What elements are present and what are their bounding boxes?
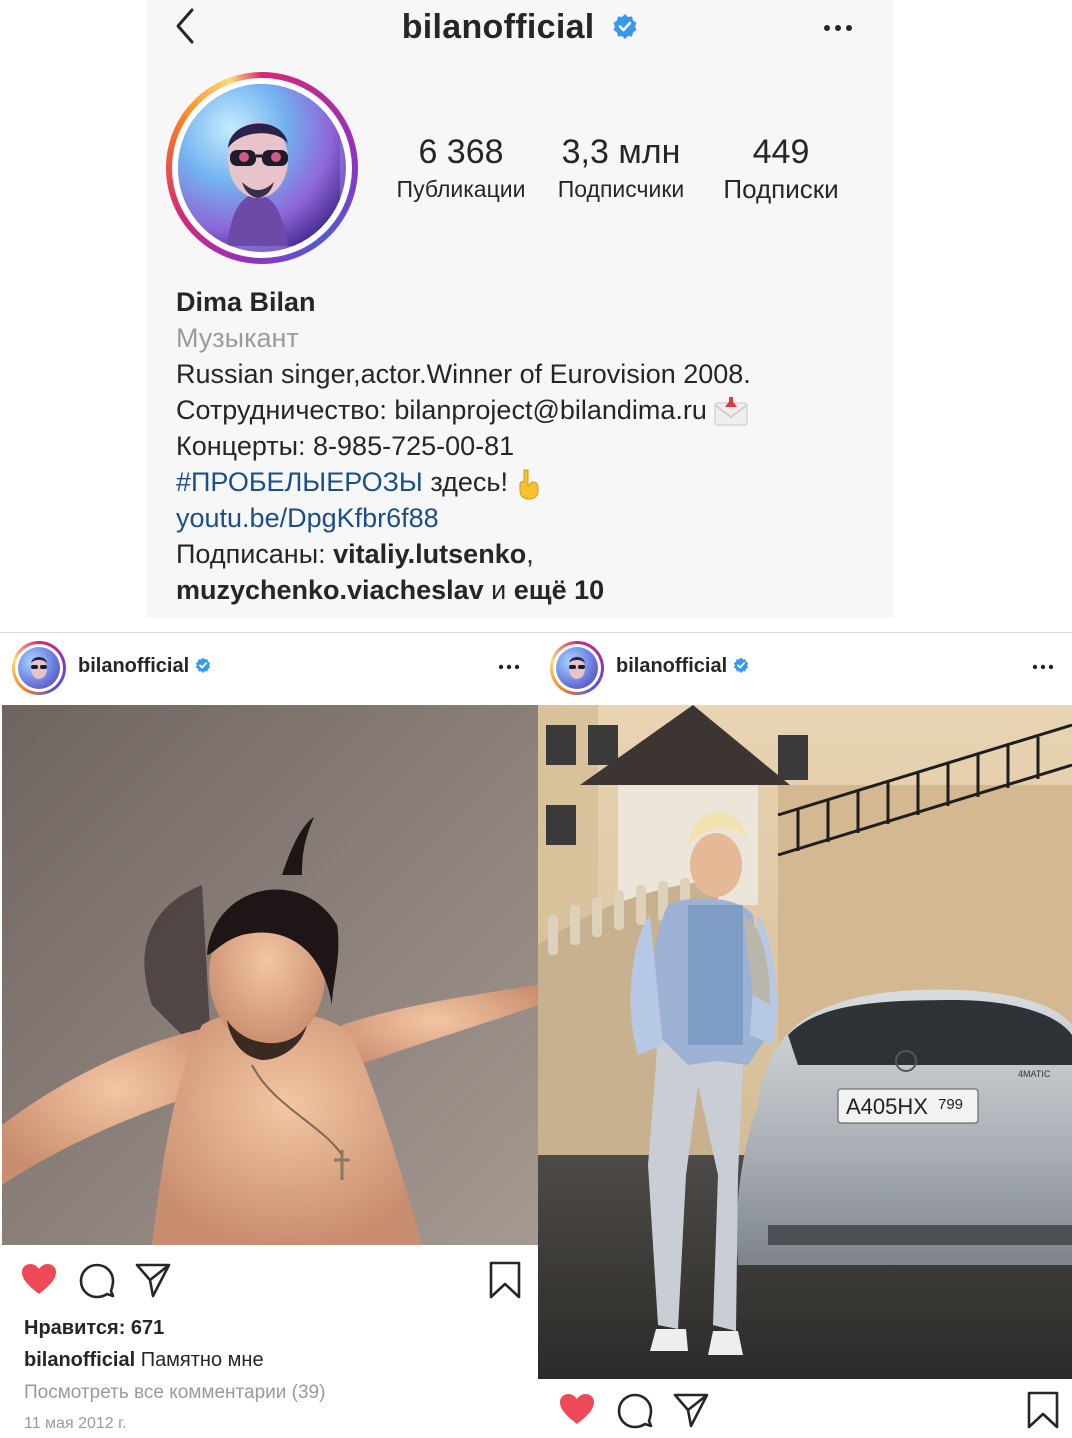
avatar-image <box>178 84 346 252</box>
likes-count[interactable]: Нравится: 671 <box>24 1313 524 1343</box>
license-plate-text: А405НХ <box>846 1094 928 1119</box>
post-date: 11 мая 2012 г. <box>24 1415 127 1432</box>
profile-header: bilanofficial 6 368 Публикации 3,3 млн П… <box>146 0 894 618</box>
bio-followed-by[interactable]: Подписаны: vitaliy.lutsenko, <box>176 536 876 572</box>
display-name: Dima Bilan <box>176 287 316 317</box>
posts-label: Публикации <box>396 176 526 202</box>
post-meta: Нравится: 671 bilanofficial Памятно мне … <box>24 1313 524 1438</box>
post-username-text: bilanofficial <box>616 655 728 677</box>
post-username[interactable]: bilanofficial <box>78 655 211 678</box>
share-icon[interactable] <box>134 1261 172 1299</box>
bio-line-description: Russian singer,actor.Winner of Eurovisio… <box>176 359 751 389</box>
hashtag-suffix: здесь! <box>430 467 508 497</box>
more-options-icon[interactable] <box>822 22 854 34</box>
followed-by-prefix: Подписаны: <box>176 539 326 569</box>
stat-following[interactable]: 449 Подписки <box>711 130 851 204</box>
verified-icon <box>196 657 211 674</box>
caption-username[interactable]: bilanofficial <box>24 1349 135 1371</box>
bio-line-hashtag: #ПРОБЕЛЫЕРОЗЫ здесь! <box>176 464 876 500</box>
post-card-2: bilanofficial А405НХ 799 4MATIC <box>538 632 1072 1438</box>
caption-text: Памятно мне <box>140 1349 264 1371</box>
following-label: Подписки <box>723 174 839 204</box>
top-navigation-bar: bilanofficial <box>146 0 894 60</box>
post-actions <box>538 1383 1072 1438</box>
hashtag-link[interactable]: #ПРОБЕЛЫЕРОЗЫ <box>176 467 423 497</box>
more-options-icon[interactable] <box>498 663 520 671</box>
envelope-emoji-icon <box>714 396 748 426</box>
heart-icon[interactable] <box>558 1391 596 1429</box>
post-card-1: bilanofficial Нравится: 671 bilanofficia… <box>0 632 538 1438</box>
post-username-text: bilanofficial <box>78 655 190 677</box>
post-header: bilanofficial <box>0 633 538 703</box>
post-caption: bilanofficial Памятно мне <box>24 1343 524 1377</box>
stat-followers[interactable]: 3,3 млн Подписчики <box>546 130 696 204</box>
pointing-down-emoji-icon <box>519 469 539 500</box>
post-header: bilanofficial <box>538 633 1072 703</box>
more-options-icon[interactable] <box>1032 663 1054 671</box>
bio-contact-text: Сотрудничество: bilanproject@bilandima.r… <box>176 395 707 425</box>
bio-followed-by-cont[interactable]: muzychenko.viacheslav и ещё 10 <box>176 572 876 608</box>
heart-icon[interactable] <box>20 1261 58 1299</box>
username-text: bilanofficial <box>401 8 595 46</box>
view-comments-link[interactable]: Посмотреть все комментарии (39) <box>24 1377 524 1409</box>
profile-category: Музыкант <box>176 323 299 353</box>
verified-icon <box>734 657 749 674</box>
followers-count: 3,3 млн <box>561 133 681 171</box>
comment-icon[interactable] <box>78 1261 116 1299</box>
bio-line-contact: Сотрудничество: bilanproject@bilandima.r… <box>176 392 876 428</box>
following-count: 449 <box>752 133 810 171</box>
profile-bio: Dima Bilan Музыкант Russian singer,actor… <box>176 284 876 608</box>
post-avatar[interactable] <box>12 641 66 695</box>
followed-by-more: ещё 10 <box>513 575 605 605</box>
followed-by-user-2: muzychenko.viacheslav <box>176 575 484 605</box>
posts-count: 6 368 <box>418 133 504 171</box>
post-photo[interactable]: А405НХ 799 4MATIC <box>538 705 1072 1379</box>
bio-line-concerts: Концерты: 8-985-725-00-81 <box>176 431 515 461</box>
post-avatar[interactable] <box>550 641 604 695</box>
comment-icon[interactable] <box>616 1391 654 1429</box>
profile-stats: 6 368 Публикации 3,3 млн Подписчики 449 … <box>386 130 856 210</box>
followed-by-and: и <box>491 575 507 605</box>
bookmark-icon[interactable] <box>1024 1391 1062 1429</box>
followed-by-user-1: vitaliy.lutsenko <box>333 539 527 569</box>
bookmark-icon[interactable] <box>486 1261 524 1299</box>
share-icon[interactable] <box>672 1391 710 1429</box>
profile-avatar[interactable] <box>166 72 358 264</box>
followers-label: Подписчики <box>557 176 685 202</box>
bio-external-link[interactable]: youtu.be/DpgKfbr6f88 <box>176 500 876 536</box>
verified-icon <box>613 14 637 40</box>
car-badge: 4MATIC <box>1018 1069 1051 1079</box>
post-actions <box>0 1253 538 1313</box>
stat-posts[interactable]: 6 368 Публикации <box>386 130 536 204</box>
post-photo[interactable] <box>2 705 538 1245</box>
post-username[interactable]: bilanofficial <box>616 655 749 678</box>
profile-username-title: bilanofficial <box>146 8 894 47</box>
license-plate-region: 799 <box>938 1096 963 1113</box>
